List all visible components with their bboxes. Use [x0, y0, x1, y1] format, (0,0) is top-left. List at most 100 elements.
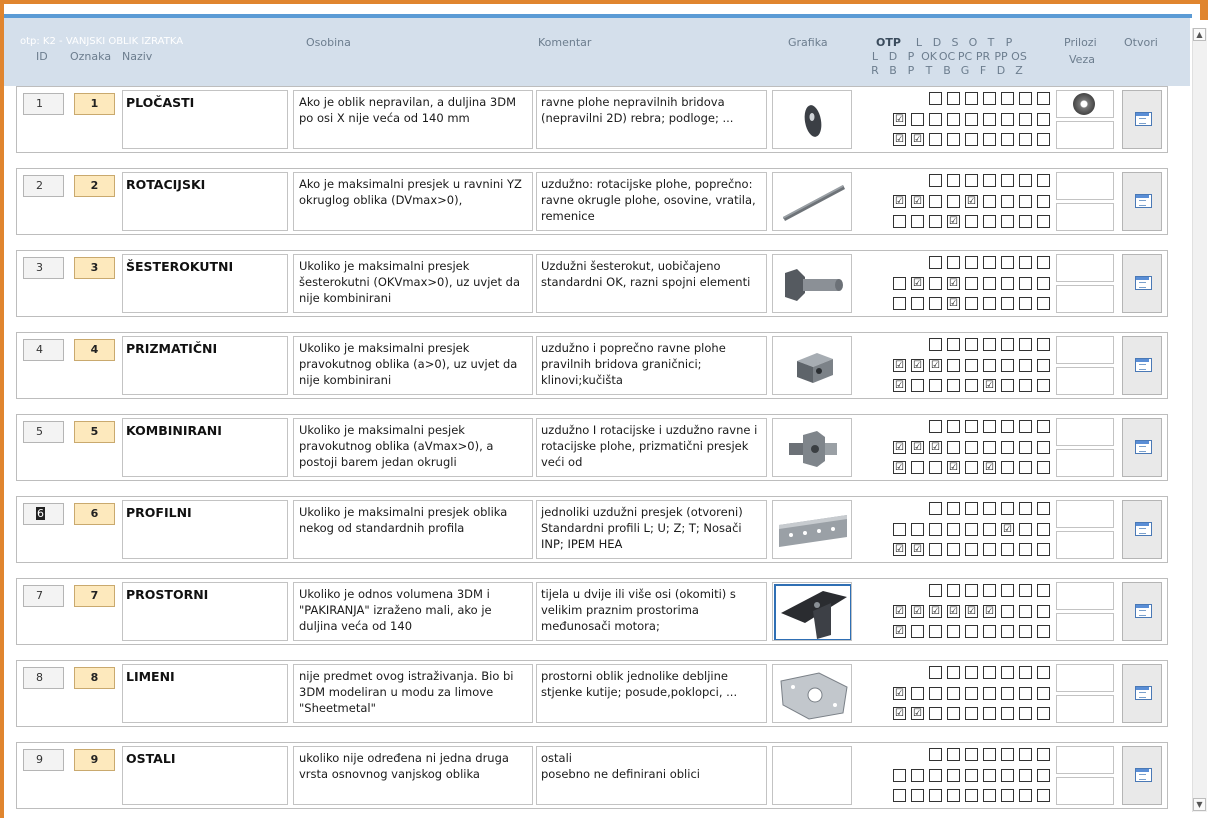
- id-field[interactable]: 5: [23, 421, 64, 443]
- otp-checkbox[interactable]: [929, 338, 942, 351]
- otp-checkbox[interactable]: [1037, 789, 1050, 802]
- otp-checkbox[interactable]: [1019, 687, 1032, 700]
- otp-checkbox[interactable]: ☑: [983, 379, 996, 392]
- otp-checkbox[interactable]: ☑: [911, 277, 924, 290]
- otp-checkbox[interactable]: [965, 133, 978, 146]
- id-field[interactable]: 7: [23, 585, 64, 607]
- otp-checkbox[interactable]: [1001, 441, 1014, 454]
- prilozi-field[interactable]: [1056, 746, 1114, 774]
- otp-checkbox[interactable]: [1001, 543, 1014, 556]
- otp-checkbox[interactable]: [1037, 174, 1050, 187]
- otp-checkbox[interactable]: [983, 297, 996, 310]
- otp-checkbox[interactable]: [947, 707, 960, 720]
- otp-checkbox[interactable]: [965, 666, 978, 679]
- naziv-field[interactable]: PROSTORNI: [122, 582, 288, 641]
- otp-checkbox[interactable]: [1019, 625, 1032, 638]
- oznaka-field[interactable]: 6: [74, 503, 115, 525]
- otp-checkbox[interactable]: [983, 625, 996, 638]
- komentar-field[interactable]: jednoliki uzdužni presjek (otvoreni) Sta…: [536, 500, 767, 559]
- otp-checkbox[interactable]: [911, 297, 924, 310]
- otp-checkbox[interactable]: [1037, 523, 1050, 536]
- otp-checkbox[interactable]: [965, 338, 978, 351]
- otp-checkbox[interactable]: [965, 441, 978, 454]
- otp-checkbox[interactable]: [1001, 215, 1014, 228]
- otp-checkbox[interactable]: [947, 133, 960, 146]
- otp-checkbox[interactable]: [1019, 92, 1032, 105]
- otp-checkbox[interactable]: [1001, 707, 1014, 720]
- otp-checkbox[interactable]: [947, 420, 960, 433]
- otp-checkbox[interactable]: [1037, 625, 1050, 638]
- veza-field[interactable]: [1056, 695, 1114, 723]
- otp-checkbox[interactable]: [1019, 277, 1032, 290]
- grafika-field[interactable]: [772, 582, 852, 641]
- otp-checkbox[interactable]: ☑: [929, 441, 942, 454]
- naziv-field[interactable]: ŠESTEROKUTNI: [122, 254, 288, 313]
- naziv-field[interactable]: ROTACIJSKI: [122, 172, 288, 231]
- otp-checkbox[interactable]: [1037, 707, 1050, 720]
- otp-checkbox[interactable]: [1037, 420, 1050, 433]
- oznaka-field[interactable]: 3: [74, 257, 115, 279]
- oznaka-field[interactable]: 1: [74, 93, 115, 115]
- otp-checkbox[interactable]: [965, 461, 978, 474]
- otp-checkbox[interactable]: [947, 789, 960, 802]
- otvori-button[interactable]: [1122, 336, 1162, 395]
- prilozi-field[interactable]: [1056, 418, 1114, 446]
- otp-checkbox[interactable]: [1019, 359, 1032, 372]
- otp-checkbox[interactable]: [965, 707, 978, 720]
- otp-checkbox[interactable]: [1037, 338, 1050, 351]
- otp-checkbox[interactable]: [1037, 502, 1050, 515]
- otp-checkbox[interactable]: [929, 92, 942, 105]
- otp-checkbox[interactable]: [947, 666, 960, 679]
- otp-checkbox[interactable]: [983, 502, 996, 515]
- otp-checkbox[interactable]: [983, 113, 996, 126]
- otp-checkbox[interactable]: [929, 789, 942, 802]
- vertical-scrollbar[interactable]: ▲ ▼: [1192, 28, 1207, 812]
- otp-checkbox[interactable]: [1001, 297, 1014, 310]
- osobina-field[interactable]: Ukoliko je maksimalni presjek šesterokut…: [293, 254, 533, 313]
- otp-checkbox[interactable]: [1019, 441, 1032, 454]
- otp-checkbox[interactable]: [929, 625, 942, 638]
- otp-checkbox[interactable]: [983, 789, 996, 802]
- otp-checkbox[interactable]: [1001, 359, 1014, 372]
- otvori-button[interactable]: [1122, 664, 1162, 723]
- otp-checkbox[interactable]: [947, 769, 960, 782]
- otp-checkbox[interactable]: [947, 584, 960, 597]
- osobina-field[interactable]: Ukoliko je maksimalni pesjek pravokutnog…: [293, 418, 533, 477]
- otp-checkbox[interactable]: [1001, 789, 1014, 802]
- otp-checkbox[interactable]: [1001, 277, 1014, 290]
- otp-checkbox[interactable]: [929, 707, 942, 720]
- prilozi-field[interactable]: [1056, 500, 1114, 528]
- otp-checkbox[interactable]: [1019, 748, 1032, 761]
- otp-checkbox[interactable]: [1037, 297, 1050, 310]
- otp-checkbox[interactable]: ☑: [893, 441, 906, 454]
- otp-checkbox[interactable]: [1037, 113, 1050, 126]
- otp-checkbox[interactable]: [983, 584, 996, 597]
- otp-checkbox[interactable]: [983, 769, 996, 782]
- otp-checkbox[interactable]: ☑: [965, 195, 978, 208]
- otp-checkbox[interactable]: [947, 113, 960, 126]
- otp-checkbox[interactable]: [911, 113, 924, 126]
- otp-checkbox[interactable]: [965, 543, 978, 556]
- otp-checkbox[interactable]: ☑: [947, 297, 960, 310]
- otp-checkbox[interactable]: [983, 666, 996, 679]
- otp-checkbox[interactable]: [1001, 133, 1014, 146]
- otp-checkbox[interactable]: ☑: [911, 359, 924, 372]
- otp-checkbox[interactable]: ☑: [947, 215, 960, 228]
- grafika-field[interactable]: [772, 418, 852, 477]
- osobina-field[interactable]: Ako je oblik nepravilan, a duljina 3DM p…: [293, 90, 533, 149]
- otp-checkbox[interactable]: [1001, 113, 1014, 126]
- id-field[interactable]: 3: [23, 257, 64, 279]
- osobina-field[interactable]: Ako je maksimalni presjek u ravnini YZ o…: [293, 172, 533, 231]
- otp-checkbox[interactable]: [947, 92, 960, 105]
- otp-checkbox[interactable]: [1037, 133, 1050, 146]
- otvori-button[interactable]: [1122, 582, 1162, 641]
- veza-field[interactable]: [1056, 367, 1114, 395]
- otp-checkbox[interactable]: [965, 92, 978, 105]
- otp-checkbox[interactable]: ☑: [911, 441, 924, 454]
- otp-checkbox[interactable]: [1019, 379, 1032, 392]
- otp-checkbox[interactable]: [911, 215, 924, 228]
- prilozi-field[interactable]: [1056, 254, 1114, 282]
- otp-checkbox[interactable]: [911, 687, 924, 700]
- otp-checkbox[interactable]: [1001, 605, 1014, 618]
- otp-checkbox[interactable]: [965, 769, 978, 782]
